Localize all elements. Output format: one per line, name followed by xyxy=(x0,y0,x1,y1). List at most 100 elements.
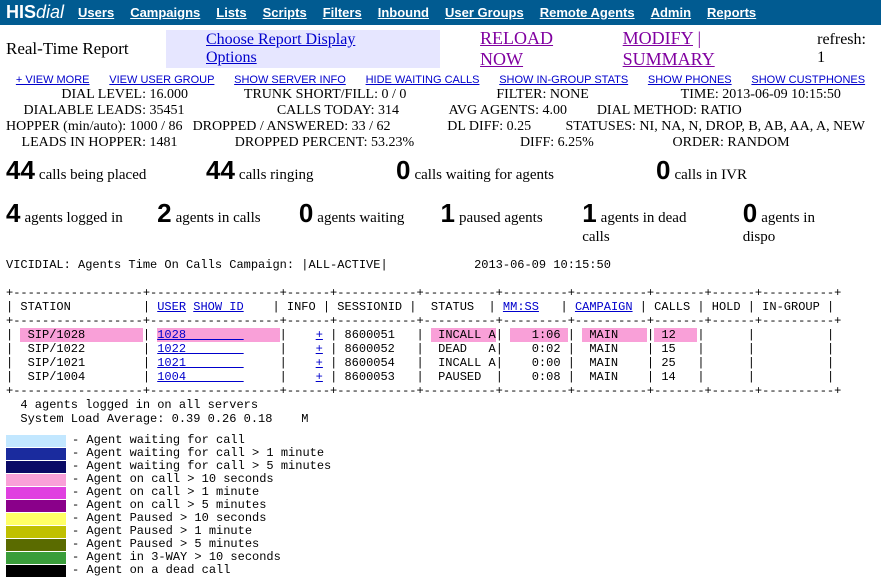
count-label: agents logged in xyxy=(24,210,122,226)
agent-counts-row: 4agents logged in2agents in calls0agents… xyxy=(0,194,881,246)
stat-value: 1000 / 86 xyxy=(126,119,192,135)
show-id-link[interactable]: SHOW ID xyxy=(193,300,243,314)
stat-label: TRUNK SHORT/FILL: xyxy=(198,87,378,103)
legend-swatch xyxy=(6,526,66,538)
modify-link[interactable]: MODIFY xyxy=(623,28,693,48)
refresh-label: refresh: 1 xyxy=(817,31,875,67)
nav-reports[interactable]: Reports xyxy=(707,5,756,20)
info-plus-link[interactable]: + xyxy=(316,356,323,370)
linkbar-show-phones[interactable]: SHOW PHONES xyxy=(648,74,732,86)
linkbar-hide-waiting-calls[interactable]: HIDE WAITING CALLS xyxy=(366,74,480,86)
count-number: 0 xyxy=(396,155,410,185)
count-number: 44 xyxy=(206,155,235,185)
sort-campaign-link[interactable]: CAMPAIGN xyxy=(575,300,633,314)
stat-label: AVG AGENTS: xyxy=(409,103,539,119)
legend-swatch xyxy=(6,565,66,577)
legend: - Agent waiting for call- Agent waiting … xyxy=(0,430,881,581)
user-link[interactable]: 1022 xyxy=(157,342,243,356)
stat-label: LEADS IN HOPPER: xyxy=(6,135,146,151)
stat-value: NI, NA, N, DROP, B, AB, AA, A, NEW xyxy=(636,119,875,135)
info-plus-link[interactable]: + xyxy=(316,370,323,384)
modify-summary: MODIFY | SUMMARY xyxy=(623,28,789,70)
nav-links: Users Campaigns Lists Scripts Filters Inbound… xyxy=(78,5,756,20)
stat-label: DL DIFF: xyxy=(401,119,504,135)
nav-users[interactable]: Users xyxy=(78,5,114,20)
count-item: 2agents in calls xyxy=(157,198,299,229)
count-item: 1agents in dead calls xyxy=(582,198,743,246)
toolbar-row: Real-Time Report Choose Report Display O… xyxy=(0,25,881,73)
info-plus-link[interactable]: + xyxy=(316,328,323,342)
count-label: paused agents xyxy=(459,210,543,226)
legend-row: - Agent on a dead call xyxy=(6,564,875,577)
sort-mmss-link[interactable]: MM:SS xyxy=(503,300,539,314)
stat-value: 1481 xyxy=(146,135,188,151)
count-label: agents in dead calls xyxy=(582,210,686,245)
count-label: calls in IVR xyxy=(674,167,747,183)
user-link[interactable]: 1028 xyxy=(157,328,243,342)
legend-swatch xyxy=(6,474,66,486)
nav-inbound[interactable]: Inbound xyxy=(378,5,429,20)
count-label: agents in calls xyxy=(176,210,261,226)
info-plus-link[interactable]: + xyxy=(316,342,323,356)
stat-value: 53.23% xyxy=(368,135,425,151)
count-item: 4agents logged in xyxy=(6,198,157,229)
link-bar: + VIEW MORE VIEW USER GROUP SHOW SERVER IN… xyxy=(0,73,881,87)
nav-lists[interactable]: Lists xyxy=(216,5,246,20)
legend-row: - Agent in 3-WAY > 10 seconds xyxy=(6,551,875,564)
sort-user-link[interactable]: USER xyxy=(157,300,186,314)
stat-label: DIAL LEVEL: xyxy=(6,87,146,103)
linkbar-show-server-info[interactable]: SHOW SERVER INFO xyxy=(234,74,346,86)
legend-label: - Agent Paused > 10 seconds xyxy=(72,512,266,525)
stat-label: DROPPED PERCENT: xyxy=(188,135,368,151)
choose-report-options-link[interactable]: Choose Report Display Options xyxy=(166,30,440,68)
legend-row: - Agent Paused > 5 minutes xyxy=(6,538,875,551)
count-item: 44calls being placed xyxy=(6,155,206,186)
nav-filters[interactable]: Filters xyxy=(323,5,362,20)
count-label: calls being placed xyxy=(39,167,146,183)
stats-grid: DIAL LEVEL: 16.000TRUNK SHORT/FILL: 0 / … xyxy=(0,87,881,151)
legend-row: - Agent Paused > 10 seconds xyxy=(6,512,875,525)
count-number: 44 xyxy=(6,155,35,185)
stat-value: 2013-06-09 10:15:50 xyxy=(719,87,851,103)
legend-swatch xyxy=(6,513,66,525)
stat-value: 6.25% xyxy=(554,135,604,151)
stat-label: DIALABLE LEADS: xyxy=(6,103,146,119)
stat-label: FILTER: xyxy=(416,87,546,103)
count-item: 0calls in IVR xyxy=(656,155,816,186)
legend-swatch xyxy=(6,461,66,473)
stat-value: 0.25 xyxy=(503,119,541,135)
stat-value: RANDOM xyxy=(724,135,800,151)
stat-label: DIFF: xyxy=(424,135,554,151)
stat-label: DROPPED / ANSWERED: xyxy=(193,119,349,135)
stat-label: TIME: xyxy=(599,87,719,103)
legend-row: - Agent Paused > 1 minute xyxy=(6,525,875,538)
linkbar-show-custphones[interactable]: SHOW CUSTPHONES xyxy=(751,74,865,86)
legend-swatch xyxy=(6,539,66,551)
legend-label: - Agent Paused > 1 minute xyxy=(72,525,252,538)
linkbar-view-user-group[interactable]: VIEW USER GROUP xyxy=(109,74,214,86)
nav-admin[interactable]: Admin xyxy=(651,5,691,20)
count-label: agents waiting xyxy=(317,210,404,226)
linkbar-show-in-group-stats[interactable]: SHOW IN-GROUP STATS xyxy=(499,74,628,86)
nav-user-groups[interactable]: User Groups xyxy=(445,5,524,20)
reload-now-link[interactable]: RELOAD NOW xyxy=(480,28,595,70)
nav-remote-agents[interactable]: Remote Agents xyxy=(540,5,635,20)
user-link[interactable]: 1004 xyxy=(157,370,243,384)
count-item: 0agents waiting xyxy=(299,198,441,229)
stat-label: CALLS TODAY: xyxy=(195,103,375,119)
logo: HISdial xyxy=(6,2,64,23)
nav-scripts[interactable]: Scripts xyxy=(263,5,307,20)
legend-label: - Agent Paused > 5 minutes xyxy=(72,538,259,551)
summary-link[interactable]: SUMMARY xyxy=(623,49,715,69)
legend-label: - Agent in 3-WAY > 10 seconds xyxy=(72,551,281,564)
legend-swatch xyxy=(6,500,66,512)
count-item: 1paused agents xyxy=(441,198,583,229)
legend-swatch xyxy=(6,435,66,447)
stat-value: 16.000 xyxy=(146,87,198,103)
linkbar--view-more[interactable]: + VIEW MORE xyxy=(16,74,90,86)
user-link[interactable]: 1021 xyxy=(157,356,243,370)
count-item: 44calls ringing xyxy=(206,155,396,186)
count-number: 0 xyxy=(299,198,313,228)
nav-campaigns[interactable]: Campaigns xyxy=(130,5,200,20)
stat-value: 4.00 xyxy=(539,103,577,119)
